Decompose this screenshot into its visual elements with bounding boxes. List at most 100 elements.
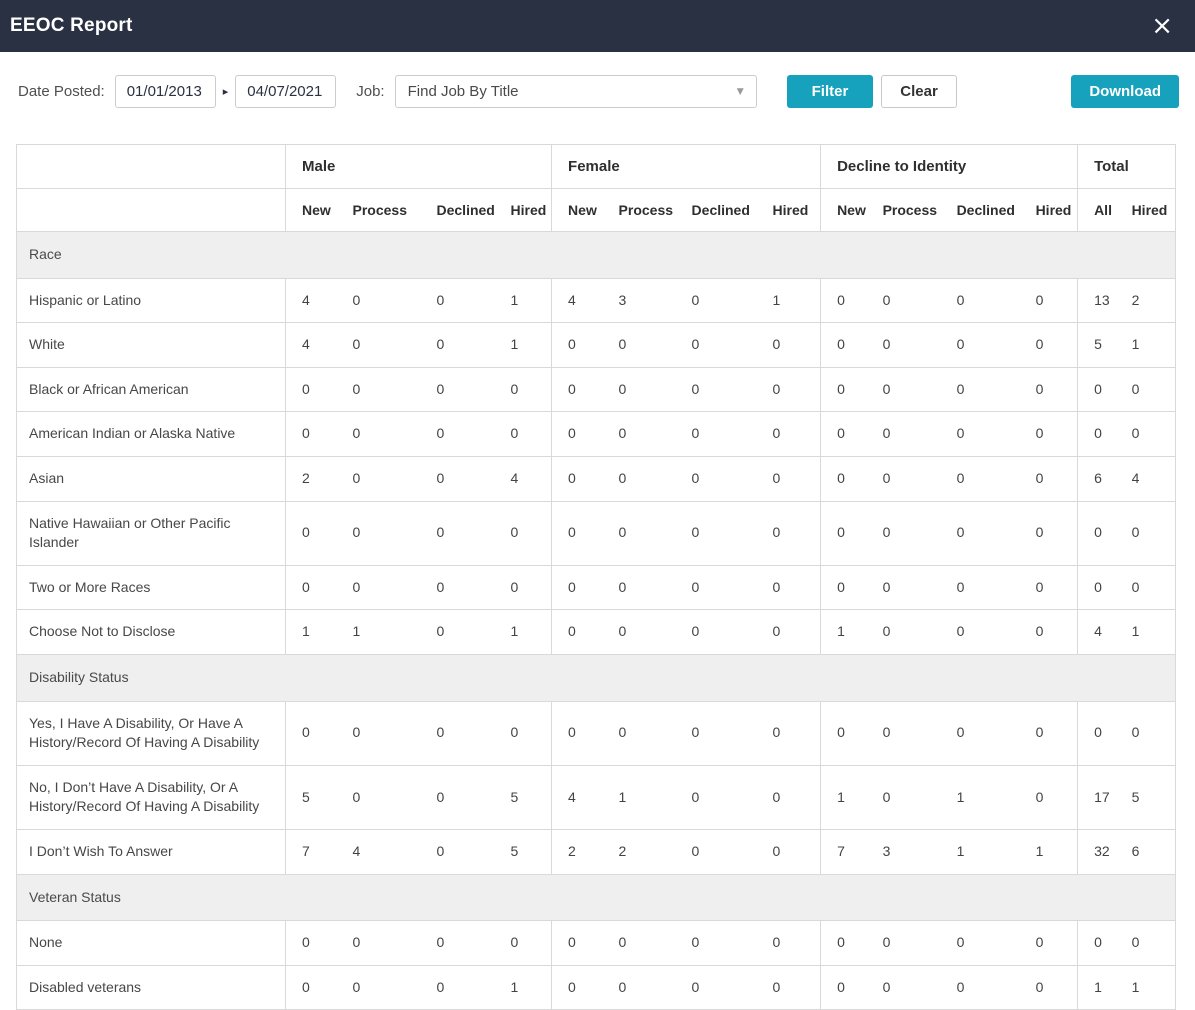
cell: 0 bbox=[676, 610, 757, 655]
cell: 0 bbox=[603, 323, 676, 368]
cell: 1 bbox=[337, 610, 421, 655]
clear-button[interactable]: Clear bbox=[881, 75, 957, 108]
chevron-down-icon: ▼ bbox=[737, 87, 744, 97]
cell: 0 bbox=[821, 965, 867, 1010]
download-button[interactable]: Download bbox=[1071, 75, 1179, 108]
row-label: Disabled veterans bbox=[17, 965, 286, 1010]
cell: 0 bbox=[941, 323, 1020, 368]
row-label: Choose Not to Disclose bbox=[17, 610, 286, 655]
cell: 0 bbox=[1116, 701, 1176, 765]
section-label: Disability Status bbox=[17, 654, 1176, 701]
cell: 0 bbox=[552, 323, 603, 368]
cell: 0 bbox=[421, 765, 495, 829]
cell: 1 bbox=[821, 765, 867, 829]
cell: 4 bbox=[1116, 456, 1176, 501]
cell: 1 bbox=[1116, 610, 1176, 655]
cell: 0 bbox=[1020, 765, 1078, 829]
job-select[interactable]: Find Job By Title ▼ bbox=[395, 75, 757, 108]
cell: 0 bbox=[552, 565, 603, 610]
cell: 0 bbox=[757, 765, 821, 829]
cell: 0 bbox=[676, 367, 757, 412]
row-label: Hispanic or Latino bbox=[17, 278, 286, 323]
row-label: I Don’t Wish To Answer bbox=[17, 829, 286, 874]
cell: 0 bbox=[757, 965, 821, 1010]
cell: 0 bbox=[337, 921, 421, 966]
cell: 0 bbox=[552, 367, 603, 412]
eeoc-table-container: MaleFemaleDecline to IdentityTotal NewPr… bbox=[16, 144, 1179, 1010]
cell: 0 bbox=[337, 501, 421, 565]
cell: 0 bbox=[495, 367, 552, 412]
cell: 32 bbox=[1078, 829, 1116, 874]
close-icon[interactable]: × bbox=[1145, 13, 1179, 39]
cell: 1 bbox=[821, 610, 867, 655]
table-body: RaceHispanic or Latino400143010000132Whi… bbox=[17, 232, 1176, 1010]
column-header-declined: Declined bbox=[421, 189, 495, 232]
row-label: Yes, I Have A Disability, Or Have A Hist… bbox=[17, 701, 286, 765]
cell: 0 bbox=[676, 278, 757, 323]
cell: 0 bbox=[941, 278, 1020, 323]
cell: 0 bbox=[552, 456, 603, 501]
cell: 0 bbox=[337, 565, 421, 610]
section-header-row: Veteran Status bbox=[17, 874, 1176, 921]
table-row: American Indian or Alaska Native00000000… bbox=[17, 412, 1176, 457]
cell: 0 bbox=[286, 367, 337, 412]
cell: 0 bbox=[286, 412, 337, 457]
row-label: None bbox=[17, 921, 286, 966]
table-row: No, I Don’t Have A Disability, Or A Hist… bbox=[17, 765, 1176, 829]
cell: 0 bbox=[495, 921, 552, 966]
cell: 0 bbox=[867, 367, 941, 412]
date-range-arrow-icon: ▸ bbox=[223, 85, 229, 98]
cell: 0 bbox=[757, 323, 821, 368]
cell: 0 bbox=[676, 965, 757, 1010]
table-row: Choose Not to Disclose11010000100041 bbox=[17, 610, 1176, 655]
cell: 0 bbox=[286, 921, 337, 966]
cell: 0 bbox=[603, 701, 676, 765]
cell: 1 bbox=[757, 278, 821, 323]
column-header-hired: Hired bbox=[495, 189, 552, 232]
date-to-input[interactable] bbox=[235, 75, 336, 108]
cell: 0 bbox=[337, 456, 421, 501]
cell: 0 bbox=[337, 965, 421, 1010]
cell: 0 bbox=[421, 367, 495, 412]
table-row: Hispanic or Latino400143010000132 bbox=[17, 278, 1176, 323]
cell: 0 bbox=[821, 278, 867, 323]
cell: 0 bbox=[1078, 565, 1116, 610]
cell: 4 bbox=[286, 278, 337, 323]
table-row: I Don’t Wish To Answer740522007311326 bbox=[17, 829, 1176, 874]
cell: 0 bbox=[821, 456, 867, 501]
cell: 0 bbox=[1078, 501, 1116, 565]
table-row: Yes, I Have A Disability, Or Have A Hist… bbox=[17, 701, 1176, 765]
cell: 0 bbox=[821, 412, 867, 457]
date-from-input[interactable] bbox=[115, 75, 216, 108]
cell: 0 bbox=[421, 610, 495, 655]
cell: 0 bbox=[867, 701, 941, 765]
cell: 0 bbox=[757, 412, 821, 457]
modal-header: EEOC Report × bbox=[0, 0, 1195, 52]
cell: 0 bbox=[867, 456, 941, 501]
corner-cell bbox=[17, 189, 286, 232]
cell: 2 bbox=[603, 829, 676, 874]
filter-button[interactable]: Filter bbox=[787, 75, 874, 108]
cell: 0 bbox=[676, 921, 757, 966]
cell: 6 bbox=[1116, 829, 1176, 874]
cell: 0 bbox=[337, 701, 421, 765]
cell: 3 bbox=[867, 829, 941, 874]
cell: 0 bbox=[1078, 367, 1116, 412]
cell: 0 bbox=[941, 610, 1020, 655]
cell: 0 bbox=[286, 501, 337, 565]
cell: 0 bbox=[867, 765, 941, 829]
cell: 7 bbox=[821, 829, 867, 874]
column-header-declined: Declined bbox=[676, 189, 757, 232]
cell: 1 bbox=[286, 610, 337, 655]
cell: 4 bbox=[495, 456, 552, 501]
cell: 0 bbox=[337, 765, 421, 829]
cell: 0 bbox=[421, 501, 495, 565]
cell: 0 bbox=[1116, 367, 1176, 412]
cell: 0 bbox=[1020, 456, 1078, 501]
cell: 0 bbox=[941, 565, 1020, 610]
cell: 0 bbox=[603, 501, 676, 565]
cell: 1 bbox=[1116, 323, 1176, 368]
cell: 0 bbox=[421, 456, 495, 501]
cell: 1 bbox=[1020, 829, 1078, 874]
cell: 0 bbox=[1020, 965, 1078, 1010]
